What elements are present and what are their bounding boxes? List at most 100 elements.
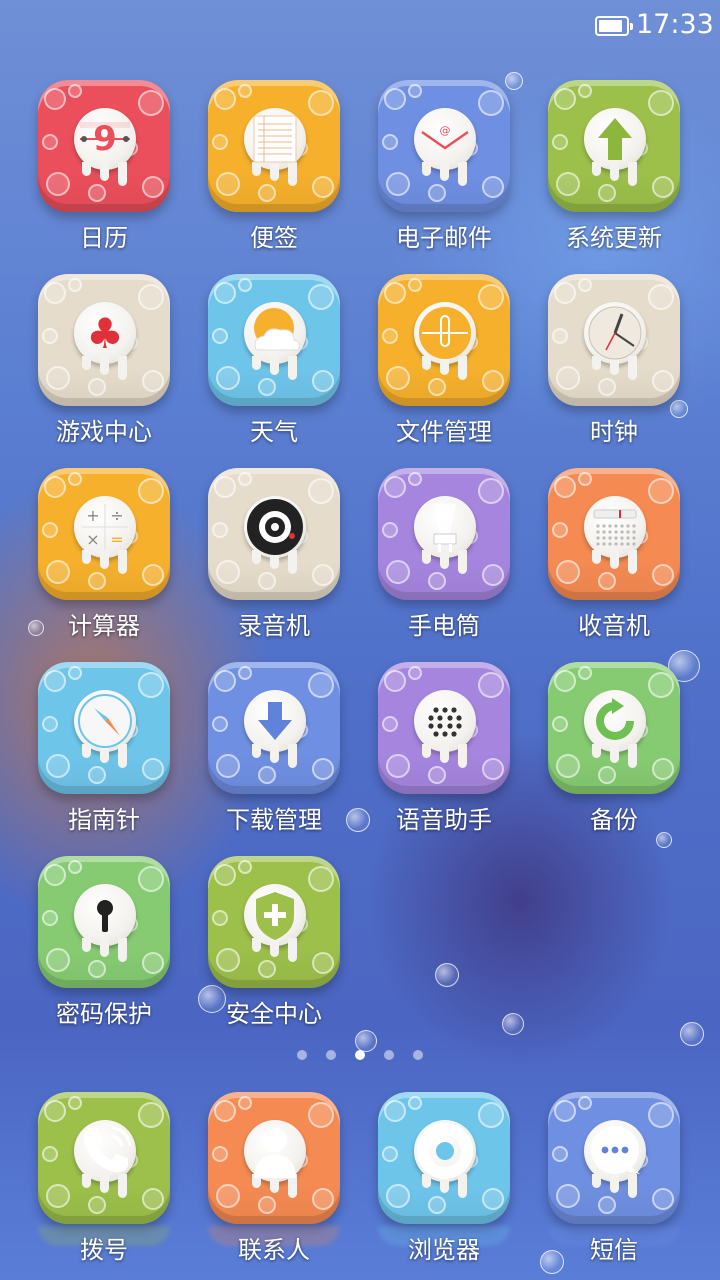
app-clock[interactable]: 时钟 [529, 274, 699, 458]
folder-icon [414, 302, 476, 364]
app-label: 系统更新 [566, 224, 662, 252]
foam-bubble [308, 284, 334, 310]
app-email[interactable]: @ 电子邮件 [359, 80, 529, 264]
app-download-manager[interactable]: 下载管理 [189, 662, 359, 846]
foam-bubble [312, 176, 334, 198]
foam-bubble [46, 366, 70, 390]
foam-bubble [482, 1188, 504, 1210]
foam-bubble [212, 522, 228, 538]
foam-bubble [652, 564, 674, 586]
page-dot[interactable] [326, 1050, 336, 1060]
foam-bubble [238, 84, 252, 98]
app-security-center[interactable]: 安全中心 [189, 856, 359, 1040]
chat-bubble-icon [584, 1120, 646, 1182]
foam-bubble [408, 472, 422, 486]
app-label: 下载管理 [226, 806, 322, 834]
dock-app-browser[interactable]: 浏览器 [359, 1092, 529, 1276]
foam-bubble [212, 910, 228, 926]
app-weather[interactable]: 天气 [189, 274, 359, 458]
app-tile [548, 80, 680, 212]
keyhole-icon [74, 884, 136, 946]
dock-app-dialer[interactable]: 拨号 [19, 1092, 189, 1276]
app-tile [208, 662, 340, 794]
foam-bubble [312, 1188, 334, 1210]
notepad-icon [244, 108, 306, 170]
foam-bubble [216, 754, 240, 778]
dock-app-messages[interactable]: 短信 [529, 1092, 699, 1276]
foam-bubble [42, 134, 58, 150]
foam-bubble [44, 1100, 66, 1122]
app-compass[interactable]: 指南针 [19, 662, 189, 846]
app-tile: @ [378, 80, 510, 212]
foam-bubble [384, 88, 406, 110]
app-calculator[interactable]: + ÷ × = 计算器 [19, 468, 189, 652]
foam-bubble [238, 1096, 252, 1110]
foam-bubble [578, 278, 592, 292]
app-label: 时钟 [590, 418, 638, 446]
download-icon [244, 690, 306, 752]
foam-bubble [142, 370, 164, 392]
app-calendar[interactable]: 9 日历 [19, 80, 189, 264]
foam-bubble [482, 176, 504, 198]
app-tile [38, 662, 170, 794]
dock-app-contacts[interactable]: 联系人 [189, 1092, 359, 1276]
foam-bubble [42, 328, 58, 344]
page-dot[interactable] [355, 1050, 365, 1060]
app-system-update[interactable]: 系统更新 [529, 80, 699, 264]
app-tile: ♣ [38, 274, 170, 406]
foam-bubble [556, 172, 580, 196]
app-label: 安全中心 [226, 1000, 322, 1028]
app-tile [208, 856, 340, 988]
foam-bubble [238, 666, 252, 680]
foam-bubble [46, 948, 70, 972]
app-voice-assistant[interactable]: 语音助手 [359, 662, 529, 846]
foam-bubble [382, 1146, 398, 1162]
foam-bubble [554, 670, 576, 692]
foam-bubble [408, 84, 422, 98]
page-dot[interactable] [297, 1050, 307, 1060]
app-tile [378, 468, 510, 600]
foam-bubble [258, 1196, 276, 1214]
svg-text:÷: ÷ [110, 506, 123, 525]
email-at: @ [440, 124, 451, 137]
foam-bubble [578, 84, 592, 98]
foam-bubble [408, 1096, 422, 1110]
foam-bubble [88, 766, 106, 784]
app-label: 短信 [590, 1236, 638, 1264]
envelope-icon: @ [414, 108, 476, 170]
foam-bubble [44, 476, 66, 498]
foam-bubble [68, 1096, 82, 1110]
page-dot[interactable] [384, 1050, 394, 1060]
bubble [435, 963, 459, 987]
app-password-protect[interactable]: 密码保护 [19, 856, 189, 1040]
person-icon [244, 1120, 306, 1182]
app-file-manager[interactable]: 文件管理 [359, 274, 529, 458]
app-tile [208, 468, 340, 600]
foam-bubble [42, 716, 58, 732]
battery-icon [595, 16, 633, 36]
app-flashlight[interactable]: 手电筒 [359, 468, 529, 652]
app-radio[interactable]: 收音机 [529, 468, 699, 652]
app-backup[interactable]: 备份 [529, 662, 699, 846]
app-recorder[interactable]: 录音机 [189, 468, 359, 652]
phone-icon [74, 1120, 136, 1182]
foam-bubble [216, 560, 240, 584]
page-indicator[interactable] [0, 1050, 720, 1062]
clock-icon [584, 302, 646, 364]
foam-bubble [88, 378, 106, 396]
foam-bubble [42, 910, 58, 926]
app-label: 手电筒 [408, 612, 480, 640]
foam-bubble [648, 1102, 674, 1128]
foam-bubble [42, 1146, 58, 1162]
foam-bubble [216, 948, 240, 972]
foam-bubble [552, 1146, 568, 1162]
app-game-center[interactable]: ♣ 游戏中心 [19, 274, 189, 458]
foam-bubble [384, 476, 406, 498]
foam-bubble [386, 172, 410, 196]
page-dot[interactable] [413, 1050, 423, 1060]
foam-bubble [478, 90, 504, 116]
app-label: 联系人 [238, 1236, 310, 1264]
browser-ring-icon [414, 1120, 476, 1182]
app-notes[interactable]: 便签 [189, 80, 359, 264]
foam-bubble [44, 670, 66, 692]
